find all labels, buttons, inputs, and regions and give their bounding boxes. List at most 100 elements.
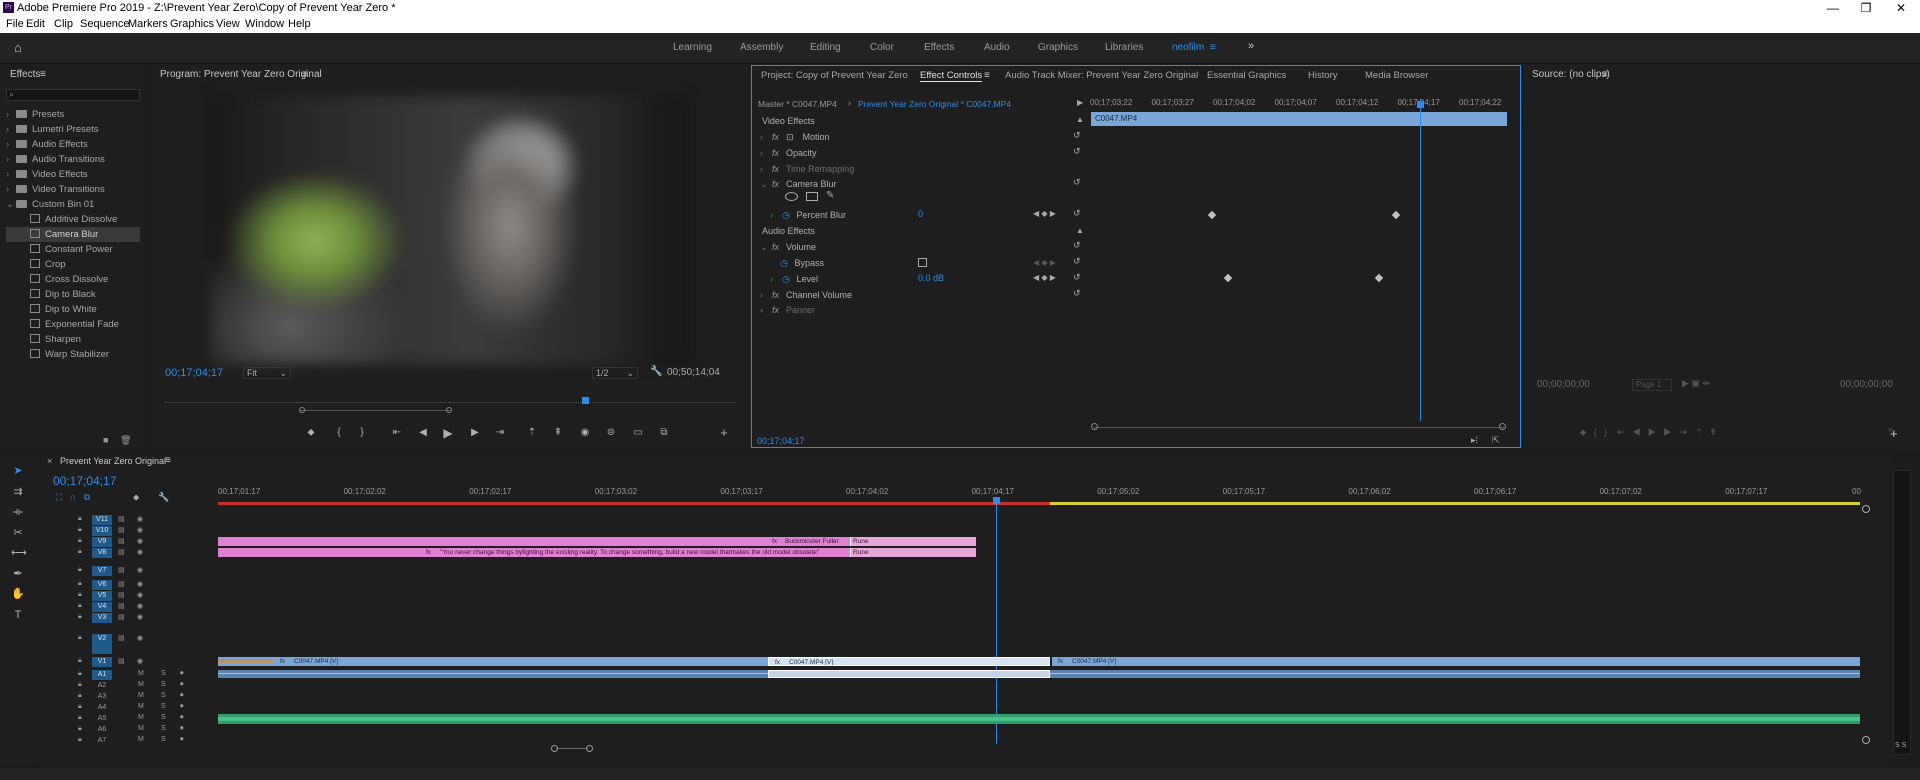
lock-icon[interactable]: 🔒︎: [78, 537, 82, 545]
lock-icon[interactable]: 🔒︎: [78, 580, 82, 588]
workspace-editing[interactable]: Editing: [810, 42, 841, 53]
program-timecode[interactable]: 00;17;04;17: [165, 367, 223, 379]
panel-menu-icon[interactable]: ≡: [165, 455, 171, 466]
level-value[interactable]: 0.0 dB: [918, 273, 944, 283]
mute-toggle[interactable]: M: [138, 714, 144, 721]
timeline-playhead[interactable]: [993, 497, 1000, 504]
timeline-settings-icon[interactable]: 🔧: [158, 492, 169, 503]
effects-search-input[interactable]: ⌕: [6, 89, 140, 101]
graphic-clip-rune-2[interactable]: Rune: [850, 548, 976, 557]
stopwatch-icon[interactable]: ◷: [782, 272, 794, 286]
lock-icon[interactable]: 🔒︎: [78, 725, 82, 733]
wrench-icon[interactable]: 🔧: [650, 366, 662, 377]
mute-toggle[interactable]: M: [138, 670, 144, 677]
ec-row-camera-blur[interactable]: ⌄ fx Camera Blur: [760, 177, 837, 191]
ec-row-panner[interactable]: › fx Panner: [760, 303, 815, 317]
lock-icon[interactable]: 🔒︎: [78, 515, 82, 523]
sync-lock-icon[interactable]: ▤: [118, 537, 125, 545]
go-to-in-icon[interactable]: ⇤: [390, 427, 404, 438]
video-clip-c0047-selected[interactable]: fx C0047.MP4 [V]: [768, 657, 1050, 666]
mute-toggle[interactable]: M: [138, 692, 144, 699]
sync-lock-icon[interactable]: ▤: [118, 548, 125, 556]
mic-icon[interactable]: ⏺: [180, 736, 184, 744]
reset-icon[interactable]: ↺: [1073, 130, 1081, 141]
effects-item-audio-effects[interactable]: › Audio Effects: [6, 137, 140, 152]
export-icon[interactable]: ⇱: [1492, 435, 1500, 446]
timeline-scroll-handle[interactable]: [1862, 505, 1870, 513]
resolution-dropdown[interactable]: 1/2 ⌄: [592, 367, 638, 379]
eye-icon[interactable]: ◉: [137, 591, 143, 599]
solo-toggle[interactable]: S: [161, 703, 166, 710]
stopwatch-icon[interactable]: ◷: [782, 208, 794, 222]
timeline-zoom-bar[interactable]: [556, 748, 588, 749]
lock-icon[interactable]: 🔒︎: [78, 681, 82, 689]
sync-lock-icon[interactable]: ▤: [118, 566, 125, 574]
go-to-out-icon[interactable]: ⇥: [493, 427, 507, 438]
eye-icon[interactable]: ◉: [137, 580, 143, 588]
sync-lock-icon[interactable]: ▤: [118, 591, 125, 599]
effects-item-warp-stabilizer[interactable]: Warp Stabilizer: [6, 347, 140, 362]
filter-icon[interactable]: ▸⁞: [1471, 435, 1478, 446]
type-tool-icon[interactable]: T: [11, 608, 25, 622]
play-icon[interactable]: ▶: [441, 426, 455, 440]
scroll-up-icon[interactable]: ▲: [1076, 115, 1084, 124]
effects-item-lumetri-presets[interactable]: › Lumetri Presets: [6, 122, 140, 137]
reset-icon[interactable]: ↺: [1073, 240, 1081, 251]
menu-edit[interactable]: Edit: [26, 16, 45, 33]
lock-icon[interactable]: 🔒︎: [78, 526, 82, 534]
comparison-view-icon[interactable]: ⊜: [604, 427, 618, 438]
timeline-zoom-handle-right[interactable]: [586, 745, 593, 752]
menu-markers[interactable]: Markers: [128, 16, 168, 33]
program-playhead[interactable]: [582, 397, 589, 404]
multicam-icon[interactable]: ⧉: [657, 427, 671, 438]
more-workspaces-icon[interactable]: »: [1248, 40, 1254, 52]
fit-dropdown[interactable]: Fit ⌄: [243, 367, 291, 379]
ec-zoom-bar[interactable]: [1094, 427, 1504, 428]
menu-view[interactable]: View: [216, 16, 240, 33]
menu-window[interactable]: Window: [245, 16, 284, 33]
reset-icon[interactable]: ↺: [1073, 288, 1081, 299]
ec-playhead-line[interactable]: [1420, 99, 1421, 421]
track-label-v3[interactable]: V3: [92, 613, 112, 623]
lock-icon[interactable]: 🔒︎: [78, 692, 82, 700]
tab-effect-controls[interactable]: Effect Controls: [920, 70, 983, 82]
workspace-learning[interactable]: Learning: [673, 42, 712, 53]
effects-item-dip-to-black[interactable]: Dip to Black: [6, 287, 140, 302]
ec-playhead[interactable]: [1417, 101, 1424, 108]
effects-item-camera-blur[interactable]: Camera Blur: [6, 227, 140, 242]
play-only-audio-icon[interactable]: ▶: [1077, 98, 1083, 107]
reset-icon[interactable]: ↺: [1073, 177, 1081, 188]
close-tab-icon[interactable]: ×: [47, 456, 52, 466]
video-clip-c0047-3[interactable]: fx C0047.MP4 [V]: [1052, 657, 1860, 666]
tab-media-browser[interactable]: Media Browser: [1365, 70, 1428, 81]
scroll-up-icon[interactable]: ▲: [1076, 226, 1084, 235]
solo-toggle[interactable]: S: [161, 692, 166, 699]
workspace-menu-icon[interactable]: ≡: [1210, 42, 1216, 53]
new-bin-icon[interactable]: ■: [103, 435, 108, 445]
effects-panel-title[interactable]: Effects: [10, 65, 40, 85]
keyframe-nav-icon[interactable]: ◀ ◆ ▶: [1033, 273, 1056, 282]
bypass-checkbox[interactable]: [918, 258, 927, 267]
eye-icon[interactable]: ◉: [137, 548, 143, 556]
timeline-vscroll-handle[interactable]: [1862, 736, 1870, 744]
program-monitor-title[interactable]: Program: Prevent Year Zero Original: [160, 65, 322, 85]
zoom-bar[interactable]: [300, 410, 450, 411]
track-label-v8[interactable]: V8: [92, 548, 112, 558]
workspace-effects[interactable]: Effects: [924, 42, 954, 53]
ec-row-opacity[interactable]: › fx Opacity: [760, 146, 817, 160]
eye-icon[interactable]: ◉: [137, 515, 143, 523]
audio-clip-a5[interactable]: [218, 714, 1860, 724]
stopwatch-icon[interactable]: ◷: [780, 256, 792, 270]
audio-clip-a1-selected[interactable]: [768, 670, 1050, 678]
ec-row-percent-blur[interactable]: › ◷ Percent Blur: [770, 208, 846, 222]
sync-lock-icon[interactable]: ▤: [118, 526, 125, 534]
workspace-libraries[interactable]: Libraries: [1105, 42, 1143, 53]
sync-lock-icon[interactable]: ▤: [118, 634, 125, 642]
panel-menu-icon[interactable]: ≡: [302, 65, 308, 85]
panel-menu-icon[interactable]: ≡: [1602, 65, 1608, 85]
reset-icon[interactable]: ↺: [1073, 256, 1081, 267]
source-monitor-title[interactable]: Source: (no clips): [1532, 65, 1610, 85]
ec-timecode[interactable]: 00;17;04;17: [757, 436, 805, 446]
timeline-tool-icons[interactable]: ⛶ ∩ ⧉: [56, 492, 95, 503]
track-label-v10[interactable]: V10: [92, 526, 112, 536]
